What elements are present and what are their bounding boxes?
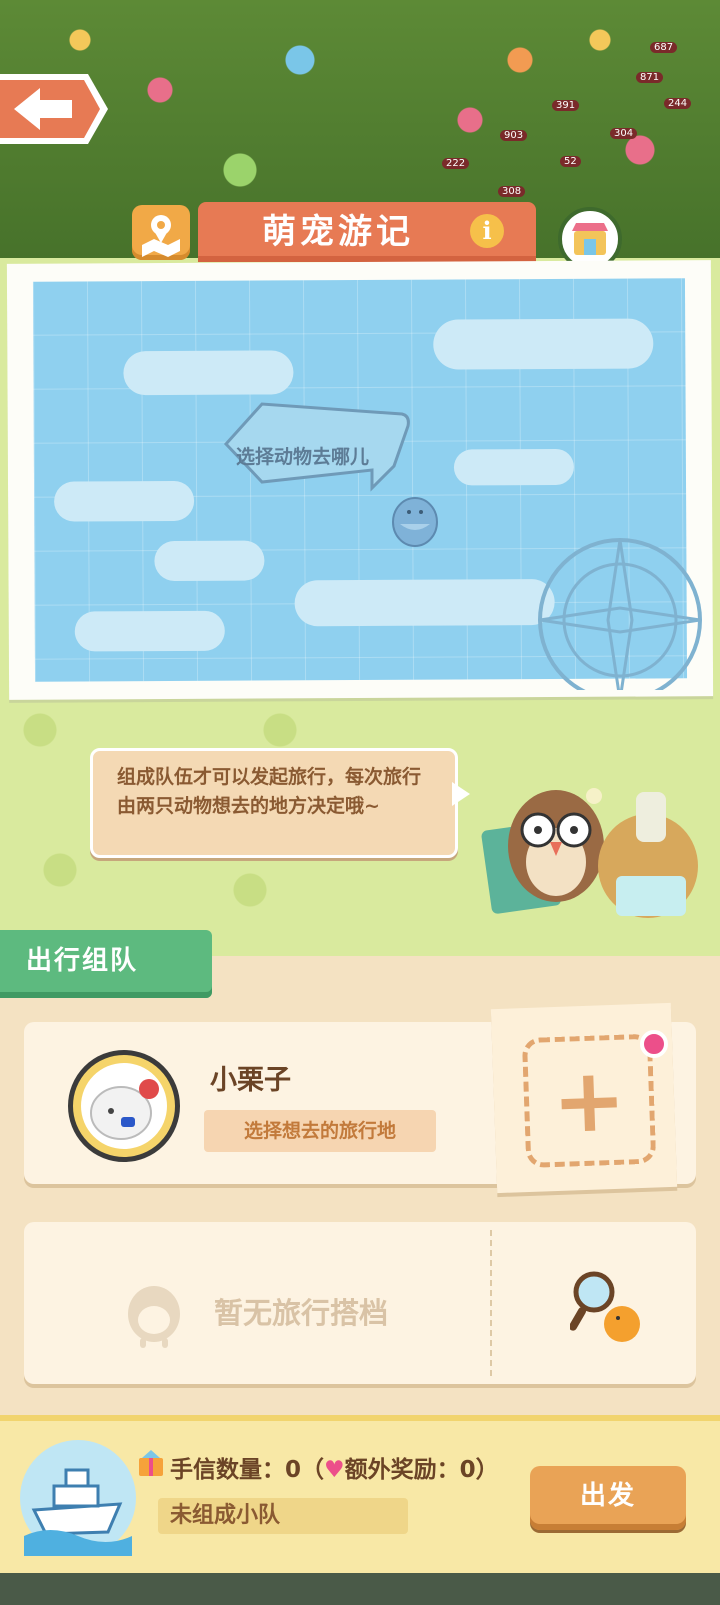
member-name: 小栗子 (210, 1065, 291, 1096)
tip-text: 组成队伍才可以发起旅行，每次旅行由两只动物想去的地方决定哦~ (117, 766, 422, 817)
heart-icon: ♥ (324, 1457, 345, 1483)
bg-tag: 304 (610, 128, 638, 139)
letter-count-label: 手信数量：0（ (170, 1457, 325, 1483)
back-button[interactable] (0, 70, 110, 148)
plus-icon: + (550, 1047, 628, 1154)
section-title: 出行组队 (26, 946, 139, 976)
compass-icon (538, 538, 702, 690)
bg-tag: 244 (664, 98, 692, 109)
bonus-label: 额外奖励：0） (344, 1457, 499, 1483)
shop-icon (572, 223, 608, 255)
bg-tag: 687 (650, 42, 678, 53)
bg-tag: 391 (552, 100, 580, 111)
team-status: 未组成小队 (170, 1503, 281, 1528)
page-title: 萌宠游记 (262, 212, 414, 252)
empty-partner-icon (128, 1286, 180, 1348)
bg-tag: 222 (442, 158, 470, 169)
depart-button[interactable]: 出发 (530, 1466, 686, 1530)
status-badge: 未组成小队 (158, 1498, 408, 1534)
owl-guide-icon (481, 788, 698, 918)
destination-select[interactable]: 选择想去的旅行地 (204, 1110, 436, 1152)
add-slot-frame: + (521, 1033, 657, 1169)
map-button[interactable] (132, 205, 190, 260)
depart-button-label: 出发 (579, 1481, 636, 1511)
avatar[interactable] (68, 1050, 180, 1162)
bg-tag: 308 (498, 186, 526, 197)
arrow-left-icon (0, 74, 108, 144)
gift-letter-icon (139, 1450, 163, 1476)
tip-tail (452, 782, 470, 806)
map-prompt: 选择动物去哪儿 (236, 446, 370, 468)
bg-tag: 52 (560, 156, 581, 167)
title-banner: 萌宠游记 i (198, 202, 536, 262)
section-tab-team: 出行组队 (0, 930, 212, 998)
map-pin-icon (142, 215, 180, 257)
chick-icon (392, 497, 438, 547)
tip-bubble: 组成队伍才可以发起旅行，每次旅行由两只动物想去的地方决定哦~ (90, 748, 458, 858)
magnifier-icon[interactable] (570, 1268, 644, 1348)
bg-tag: 903 (500, 130, 528, 141)
ship-icon (20, 1440, 136, 1556)
card-divider (490, 1230, 492, 1376)
empty-partner-text: 暂无旅行搭档 (214, 1296, 389, 1330)
info-icon[interactable]: i (470, 214, 504, 248)
notification-dot (640, 1030, 668, 1058)
bg-tag: 871 (636, 72, 664, 83)
destination-placeholder: 选择想去的旅行地 (243, 1120, 396, 1142)
avatar-image (81, 1063, 167, 1149)
bottom-strip (0, 1573, 720, 1605)
letter-count: 手信数量：0（♥额外奖励：0） (170, 1450, 499, 1484)
